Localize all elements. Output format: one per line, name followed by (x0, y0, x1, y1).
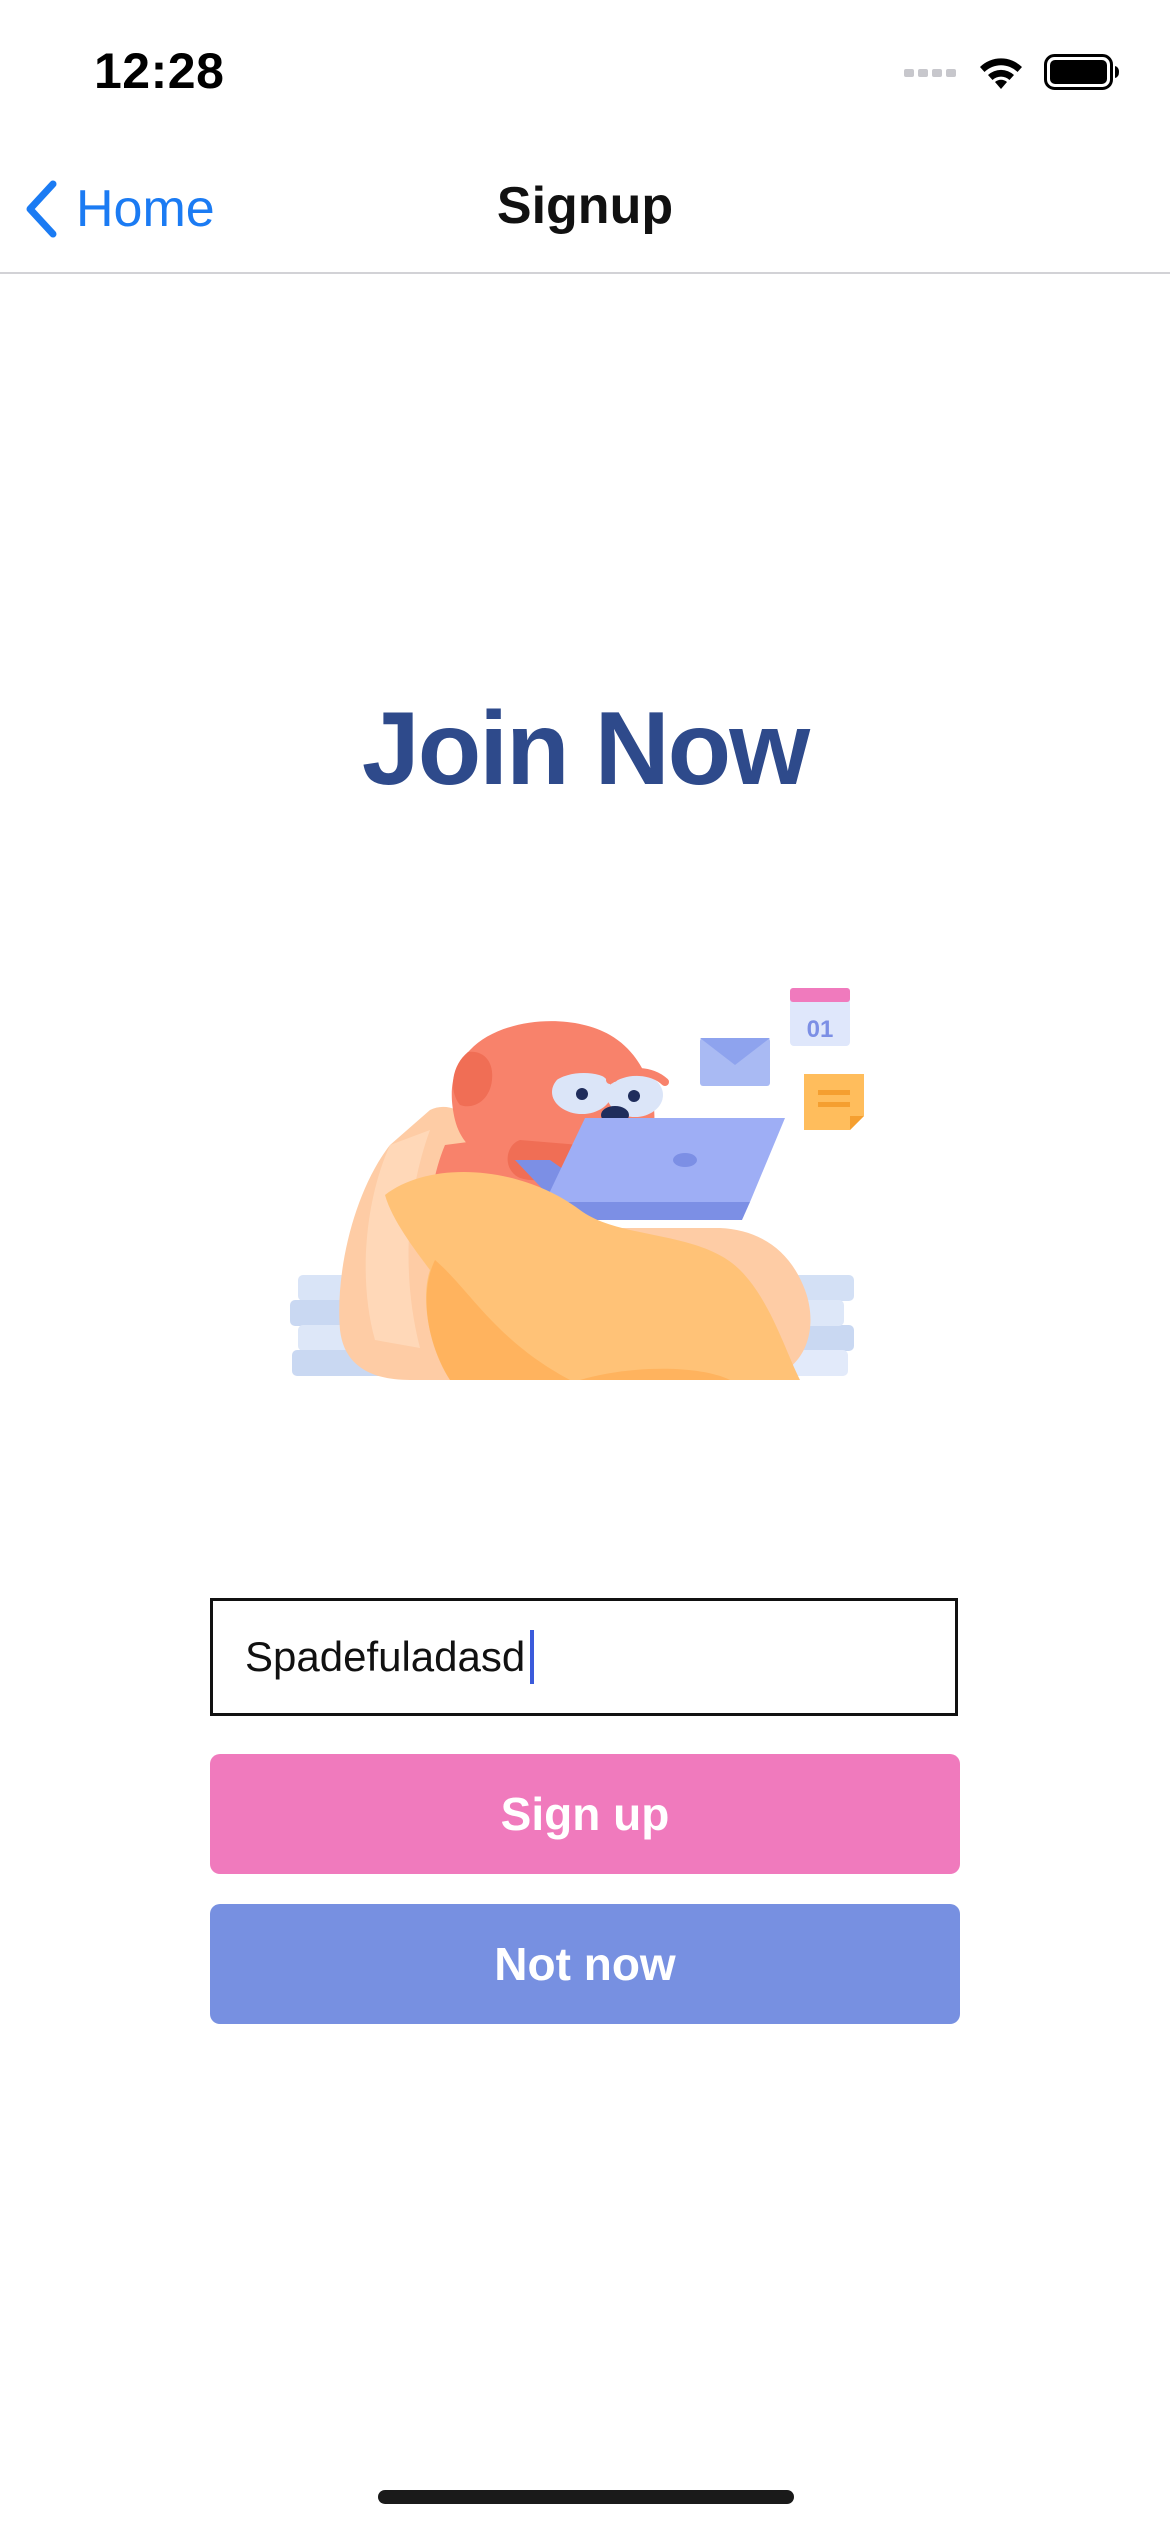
home-indicator[interactable] (378, 2490, 794, 2504)
signup-button[interactable]: Sign up (210, 1754, 960, 1874)
wifi-icon (980, 58, 1022, 89)
sticky-note-icon (804, 1074, 864, 1130)
dog-laptop-illustration: 01 (290, 988, 864, 1380)
envelope-icon (700, 1038, 770, 1086)
battery-icon (1044, 54, 1119, 90)
page-heading: Join Now (361, 691, 810, 807)
status-bar: 12:28 (0, 0, 1170, 150)
not-now-button[interactable]: Not now (210, 1904, 960, 2024)
name-input[interactable] (210, 1598, 958, 1716)
nav-title: Signup (496, 177, 674, 235)
text-cursor (530, 1630, 534, 1684)
status-icons (904, 52, 1120, 92)
status-time: 12:28 (94, 43, 225, 99)
navigation-bar: Home Signup (0, 150, 1170, 274)
cellular-signal-icon (904, 69, 956, 77)
calendar-date-text: 01 (807, 1016, 834, 1043)
calendar-icon: 01 (790, 988, 850, 1046)
